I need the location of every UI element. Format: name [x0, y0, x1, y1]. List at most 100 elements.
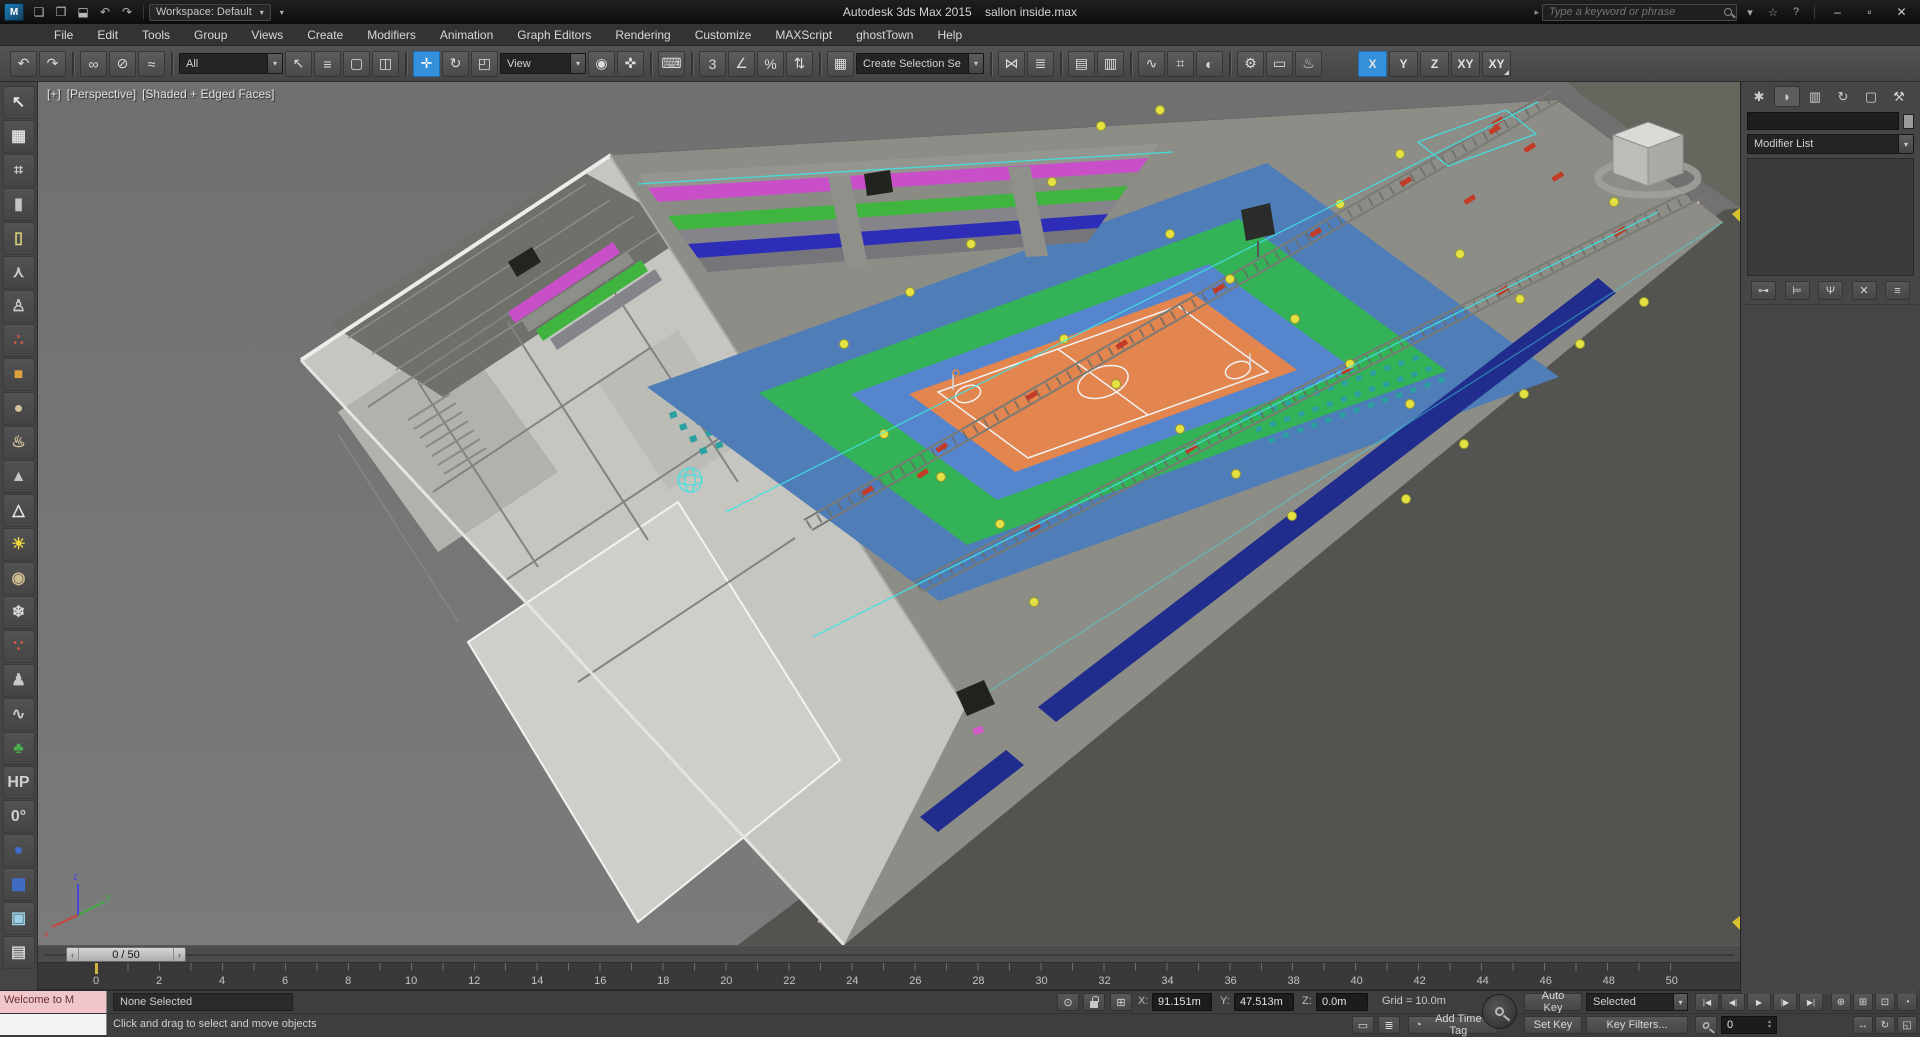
left-toolbar-button[interactable]: ▯ — [2, 222, 35, 255]
left-toolbar-button[interactable]: △ — [2, 494, 35, 527]
mirror-button[interactable]: ⋈ — [998, 50, 1025, 77]
left-toolbar-button[interactable]: ▤ — [2, 936, 35, 969]
select-and-rotate-button[interactable]: ↻ — [442, 50, 469, 77]
modifier-list-dropdown[interactable]: Modifier List ▾ — [1747, 134, 1914, 154]
time-slider[interactable]: ‹ 0 / 50 › — [38, 945, 1740, 963]
left-toolbar-button[interactable]: ▲ — [2, 460, 35, 493]
left-toolbar-button[interactable]: ● — [2, 834, 35, 867]
restrict-plane-flyout-button[interactable]: XY — [1482, 50, 1511, 77]
perspective-viewport[interactable]: [+] [Perspective] [Shaded + Edged Faces] — [38, 82, 1740, 947]
left-toolbar-button[interactable]: ⌗ — [2, 154, 35, 187]
key-mode-toggle[interactable] — [1695, 1016, 1717, 1034]
minimize-button[interactable]: – — [1823, 2, 1852, 22]
left-toolbar-button[interactable]: 0° — [2, 800, 35, 833]
viewport-menu-shading[interactable]: [Shaded + Edged Faces] — [142, 87, 274, 101]
left-toolbar-button[interactable]: ❄ — [2, 596, 35, 629]
command-panel-tab[interactable]: ▥ — [1802, 86, 1828, 107]
render-setup-button[interactable]: ⚙ — [1237, 50, 1264, 77]
restrict-x-button[interactable]: X — [1358, 50, 1387, 77]
qat-customize-button[interactable]: ▾ — [271, 3, 293, 22]
snaps-toggle-3d[interactable]: 3 — [699, 50, 726, 77]
select-and-move-button[interactable]: ✛ — [413, 50, 440, 77]
spinner-snap-toggle[interactable]: ⇅ — [786, 50, 813, 77]
menu-item[interactable]: Modifiers — [355, 24, 428, 45]
modifier-stack-button[interactable]: ≡ — [1885, 281, 1910, 300]
viewport-nav-button[interactable]: ↔ — [1853, 1016, 1873, 1034]
named-selection-sets-dropdown[interactable]: Create Selection Se ▾ — [856, 53, 984, 74]
qat-undo-button[interactable]: ↶ — [94, 3, 116, 22]
select-and-link-button[interactable]: ∞ — [80, 50, 107, 77]
menu-item[interactable]: Customize — [683, 24, 764, 45]
viewport-canvas[interactable]: x y z — [38, 82, 1740, 947]
key-filters-button[interactable]: Key Filters... — [1586, 1016, 1688, 1034]
previous-frame-nub[interactable]: ‹ — [67, 948, 79, 961]
left-toolbar-button[interactable]: ∵ — [2, 630, 35, 663]
z-coordinate-field[interactable]: 0.0m — [1316, 993, 1368, 1011]
left-toolbar-button[interactable]: ∿ — [2, 698, 35, 731]
left-toolbar-button[interactable]: HP — [2, 766, 35, 799]
left-toolbar-button[interactable]: ♣ — [2, 732, 35, 765]
left-toolbar-button[interactable]: ♙ — [2, 290, 35, 323]
search-input[interactable] — [1547, 5, 1720, 19]
maxscript-listener-input[interactable] — [0, 1014, 107, 1035]
open-file-button[interactable]: ❒ — [50, 3, 72, 22]
restrict-y-button[interactable]: Y — [1389, 50, 1418, 77]
viewport-nav-button[interactable]: ⊡ — [1875, 993, 1895, 1011]
toggle-layer-explorer-button[interactable]: ▥ — [1097, 50, 1124, 77]
playback-button[interactable]: ▶ — [1747, 993, 1771, 1011]
y-coordinate-field[interactable]: 47.513m — [1234, 993, 1294, 1011]
command-panel-tab[interactable]: ⚒ — [1886, 86, 1912, 107]
left-toolbar-button[interactable]: ■ — [2, 358, 35, 391]
menu-item[interactable]: Views — [239, 24, 295, 45]
command-panel-tab[interactable]: ↻ — [1830, 86, 1856, 107]
search-icon[interactable] — [1724, 8, 1732, 16]
auto-key-button[interactable]: Auto Key — [1524, 990, 1582, 1014]
time-slider-track[interactable] — [44, 954, 1734, 956]
rendered-frame-window-button[interactable]: ▭ — [1266, 50, 1293, 77]
listener-window-button[interactable]: ≣ — [1378, 1016, 1400, 1034]
undo-button[interactable]: ↶ — [10, 50, 37, 77]
selection-filter-dropdown[interactable]: All ▾ — [179, 53, 283, 74]
save-file-button[interactable]: ⬓ — [72, 3, 94, 22]
menu-item[interactable]: Animation — [428, 24, 505, 45]
menu-item[interactable]: Group — [182, 24, 239, 45]
menu-item[interactable]: MAXScript — [763, 24, 844, 45]
restrict-xy-plane-button[interactable]: XY — [1451, 50, 1480, 77]
select-and-scale-button[interactable]: ◰ — [471, 50, 498, 77]
percent-snap-toggle[interactable]: % — [757, 50, 784, 77]
reference-coordinate-system-dropdown[interactable]: View ▾ — [500, 53, 586, 74]
use-pivot-point-center-button[interactable]: ◉ — [588, 50, 615, 77]
favorites-button[interactable]: ☆ — [1763, 3, 1783, 21]
viewport-menu-general[interactable]: [+] — [47, 87, 61, 101]
modifier-stack-button[interactable]: ✕ — [1851, 281, 1877, 300]
viewport-nav-button[interactable]: ◱ — [1897, 1016, 1917, 1034]
left-toolbar-button[interactable]: ⋏ — [2, 256, 35, 289]
menu-item[interactable]: Help — [925, 24, 974, 45]
modifier-stack-button[interactable]: ⊨ — [1784, 281, 1810, 300]
application-menu-button[interactable]: M — [4, 3, 24, 21]
restrict-z-button[interactable]: Z — [1420, 50, 1449, 77]
playback-button[interactable]: ▶| — [1799, 993, 1823, 1011]
angle-snap-toggle[interactable]: ∠ — [728, 50, 755, 77]
close-button[interactable]: ✕ — [1887, 2, 1916, 22]
macro-recorder-toggle[interactable]: ▭ — [1352, 1016, 1374, 1034]
sign-in-dropdown[interactable]: ▾ — [1740, 3, 1760, 21]
left-toolbar-button[interactable]: ♟ — [2, 664, 35, 697]
left-toolbar-button[interactable]: ▮ — [2, 188, 35, 221]
qat-redo-button[interactable]: ↷ — [116, 3, 138, 22]
modifier-stack[interactable] — [1747, 158, 1914, 276]
restore-button[interactable]: ▫ — [1855, 2, 1884, 22]
left-toolbar-button[interactable]: ∴ — [2, 324, 35, 357]
spinner-down-icon[interactable]: ▾ — [1768, 1024, 1771, 1030]
selection-lock-toggle[interactable] — [1083, 993, 1105, 1011]
left-toolbar-button[interactable]: ◉ — [2, 562, 35, 595]
rectangular-selection-region-button[interactable]: ▢ — [343, 50, 370, 77]
playback-button[interactable]: |◀ — [1695, 993, 1719, 1011]
modifier-stack-button[interactable]: ⊶ — [1751, 281, 1776, 300]
viewport-menu-view[interactable]: [Perspective] — [67, 87, 136, 101]
left-toolbar-button[interactable]: ● — [2, 392, 35, 425]
menu-item[interactable]: Rendering — [603, 24, 682, 45]
left-toolbar-button[interactable]: ↖ — [2, 86, 35, 119]
unlink-selection-button[interactable]: ⊘ — [109, 50, 136, 77]
menu-item[interactable]: Create — [295, 24, 355, 45]
